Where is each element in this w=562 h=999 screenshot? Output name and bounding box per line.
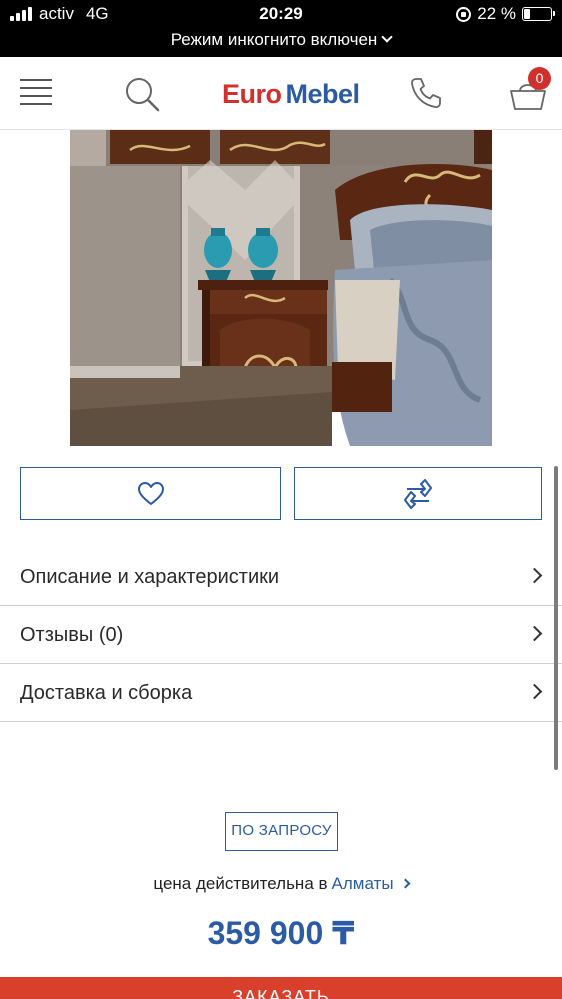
chevron-down-icon (381, 31, 393, 43)
compare-button[interactable] (294, 467, 542, 520)
phone-icon[interactable] (408, 75, 444, 111)
incognito-text: Режим инкогнито включен (170, 30, 378, 49)
status-right: 22 % (456, 4, 555, 24)
heart-icon (137, 481, 164, 505)
chevron-right-icon (400, 878, 411, 889)
price-validity: цена действительна в Алматы (0, 874, 562, 894)
search-icon[interactable] (124, 76, 160, 112)
compare-arrows-icon (404, 478, 432, 509)
accordion-label: Доставка и сборка (20, 682, 193, 704)
status-bar: activ 4G 20:29 22 % Режим инкогнито вклю… (0, 0, 562, 57)
chevron-right-icon (526, 683, 543, 700)
logo-euro: Euro (222, 79, 282, 109)
add-to-favorites-button[interactable] (20, 467, 281, 520)
accordion-delivery[interactable]: Доставка и сборка (0, 664, 562, 722)
incognito-banner[interactable]: Режим инкогнито включен (0, 30, 562, 50)
price-validity-text: цена действительна в (153, 874, 328, 893)
scrollbar[interactable] (554, 466, 558, 770)
accordion-label: Описание и характеристики (20, 566, 280, 588)
site-header: Euro Mebel 0 (0, 57, 562, 130)
chevron-right-icon (526, 567, 543, 584)
accordion-description[interactable]: Описание и характеристики (0, 548, 562, 606)
order-button-label: ЗАКАЗАТЬ (232, 987, 330, 999)
rotation-lock-icon (456, 6, 472, 22)
price-on-request-badge[interactable]: ПО ЗАПРОСУ (225, 812, 338, 851)
accordion-reviews[interactable]: Отзывы (0) (0, 606, 562, 664)
logo[interactable]: Euro Mebel (222, 79, 360, 110)
logo-mebel: Mebel (285, 79, 361, 109)
order-button[interactable]: ЗАКАЗАТЬ (0, 977, 562, 999)
product-price: 359 900 ₸ (207, 915, 355, 951)
battery-percent: 22 % (477, 4, 516, 23)
city-selector[interactable]: Алматы (332, 874, 394, 893)
chevron-right-icon (526, 625, 543, 642)
cart-count-badge: 0 (528, 67, 551, 90)
product-image[interactable] (70, 130, 492, 446)
battery-icon (522, 7, 555, 21)
hamburger-menu-icon[interactable] (20, 79, 52, 107)
accordion-label: Отзывы (0) (20, 624, 124, 646)
